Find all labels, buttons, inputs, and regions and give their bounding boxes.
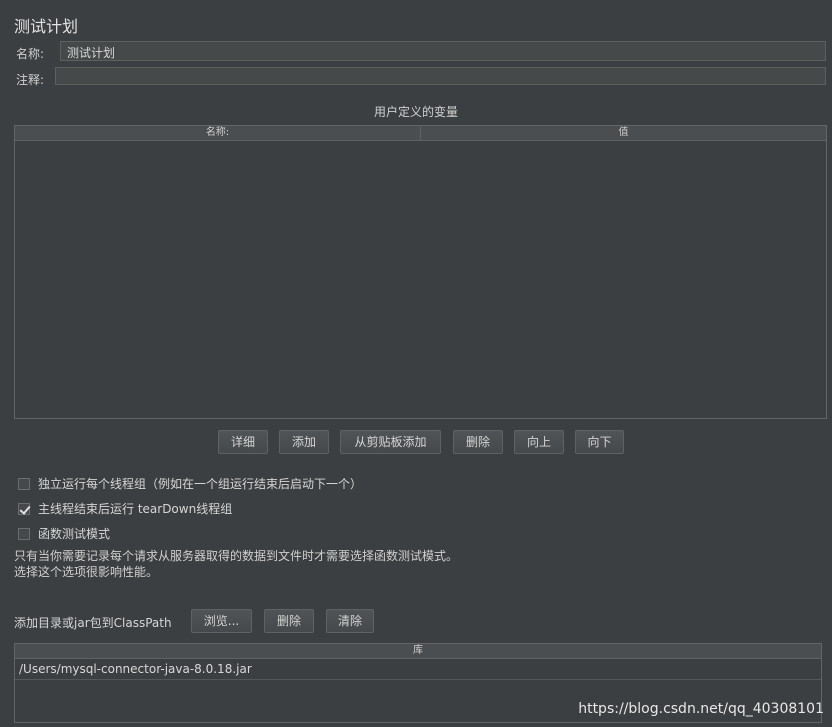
move-down-button[interactable]: 向下 [575, 430, 624, 454]
add-button[interactable]: 添加 [279, 430, 329, 454]
option-label: 函数测试模式 [38, 527, 111, 541]
note-line-2: 选择这个选项很影响性能。 [14, 565, 159, 579]
option-serialize-threadgroups[interactable]: 独立运行每个线程组（例如在一个组运行结束后启动下一个） [18, 475, 362, 492]
classpath-delete-button[interactable]: 删除 [264, 609, 314, 633]
option-label: 主线程结束后运行 tearDown线程组 [38, 502, 233, 516]
detail-button[interactable]: 详细 [218, 430, 268, 454]
column-library[interactable]: 库 [15, 644, 821, 658]
classpath-label: 添加目录或jar包到ClassPath [14, 616, 172, 630]
name-row: 名称: 测试计划 [13, 41, 826, 63]
comment-row: 注释: [13, 67, 826, 89]
option-label: 独立运行每个线程组（例如在一个组运行结束后启动下一个） [38, 477, 363, 491]
checkbox[interactable] [18, 527, 30, 540]
move-up-button[interactable]: 向上 [514, 430, 564, 454]
comment-field[interactable] [55, 67, 826, 85]
column-name[interactable]: 名称: [15, 126, 420, 140]
option-teardown-on-shutdown[interactable]: 主线程结束后运行 tearDown线程组 [18, 500, 232, 517]
classpath-table-header: 库 [15, 644, 821, 659]
variables-table[interactable]: 名称: 值 [14, 125, 827, 419]
variables-title: 用户定义的变量 [373, 105, 458, 119]
variables-table-header: 名称: 值 [15, 126, 826, 141]
checkbox-checked[interactable] [18, 502, 30, 515]
watermark: https://blog.csdn.net/qq_40308101 [578, 701, 824, 717]
browse-button[interactable]: 浏览... [191, 609, 252, 633]
note-line-1: 只有当你需要记录每个请求从服务器取得的数据到文件时才需要选择函数测试模式。 [14, 549, 459, 563]
name-field[interactable]: 测试计划 [60, 41, 826, 61]
comment-label: 注释: [16, 73, 45, 87]
checkbox[interactable] [18, 477, 30, 490]
column-value[interactable]: 值 [420, 126, 826, 140]
delete-button[interactable]: 删除 [453, 430, 503, 454]
page-title: 测试计划 [14, 17, 79, 36]
classpath-clear-button[interactable]: 清除 [326, 609, 374, 633]
add-from-clipboard-button[interactable]: 从剪贴板添加 [340, 430, 441, 454]
table-row[interactable]: /Users/mysql-connector-java-8.0.18.jar [15, 659, 821, 680]
functional-mode-note: 只有当你需要记录每个请求从服务器取得的数据到文件时才需要选择函数测试模式。 选择… [14, 548, 458, 580]
name-label: 名称: [16, 47, 45, 61]
option-functional-mode[interactable]: 函数测试模式 [18, 525, 110, 542]
